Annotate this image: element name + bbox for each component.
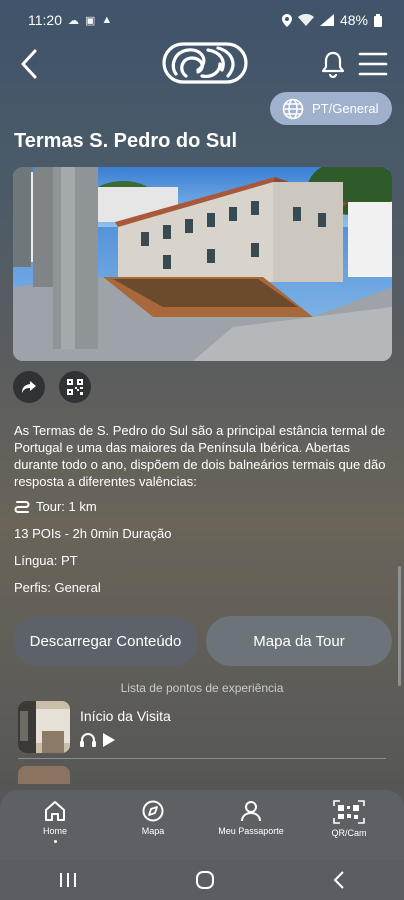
status-time: 11:20 (28, 12, 62, 28)
compass-icon (142, 800, 164, 822)
description: As Termas de S. Pedro do Sul são a princ… (14, 423, 386, 489)
top-bar (0, 40, 404, 88)
app-logo (162, 42, 248, 84)
nav-label-passport: Meu Passaporte (218, 826, 284, 836)
share-icon (22, 381, 36, 393)
active-indicator (53, 840, 57, 843)
language-label: PT/General (312, 101, 379, 116)
status-left: 11:20 ☁ ▣ ▲ (28, 12, 112, 28)
bell-icon[interactable] (320, 50, 346, 78)
headphones-icon (80, 733, 96, 747)
nav-item-map[interactable]: Mapa (108, 800, 198, 836)
home-icon (45, 801, 65, 821)
globe-icon (282, 98, 304, 119)
poi-list-caption: Lista de pontos de experiência (120, 681, 284, 695)
signal-icon (319, 14, 334, 26)
tour-info: Tour: 1 km (14, 499, 97, 514)
nav-item-passport[interactable]: Meu Passaporte (206, 800, 296, 836)
play-icon[interactable] (102, 732, 115, 747)
poi-thumbnail (18, 701, 70, 753)
battery-icon (374, 13, 382, 27)
nav-label-home: Home (42, 826, 67, 836)
cloud-icon: ☁ (68, 14, 79, 27)
location-icon (281, 13, 292, 27)
route-icon (14, 500, 30, 513)
hero-image (13, 167, 392, 361)
menu-icon[interactable] (358, 50, 388, 78)
poi-title: Início da Visita (80, 708, 171, 724)
recent-apps-icon[interactable] (59, 872, 77, 888)
nav-item-qr-cam[interactable]: QR/Cam (304, 800, 394, 838)
scrollbar[interactable] (398, 566, 401, 686)
language-info: Língua: PT (14, 553, 78, 568)
nav-item-home[interactable]: Home (10, 800, 100, 843)
chevron-left-icon (21, 49, 37, 79)
profiles-info: Perfis: General (14, 580, 101, 595)
share-button[interactable] (13, 371, 45, 403)
back-button[interactable] (14, 48, 44, 80)
tour-distance: Tour: 1 km (36, 499, 97, 514)
language-selector[interactable]: PT/General (270, 92, 392, 125)
download-content-button[interactable]: Descarregar Conteúdo (13, 616, 198, 666)
wifi-icon (297, 14, 314, 26)
user-icon (241, 801, 261, 822)
qr-code-button[interactable] (59, 371, 91, 403)
nav-label-qr-cam: QR/Cam (331, 828, 367, 838)
page-title: Termas S. Pedro do Sul (14, 130, 238, 152)
pois-duration: 13 POIs - 2h 0min Duração (14, 526, 172, 541)
system-nav-bar (0, 860, 404, 900)
qr-code-icon (67, 379, 83, 395)
list-item[interactable]: Início da Visita (18, 700, 386, 756)
battery-percent: 48% (339, 12, 368, 28)
divider (18, 758, 386, 759)
status-bar: 11:20 ☁ ▣ ▲ 48% (0, 0, 404, 40)
photo-icon: ▣ (85, 14, 96, 27)
qr-scan-icon (333, 800, 365, 824)
nav-label-map: Mapa (141, 826, 165, 836)
poi-thumbnail[interactable] (18, 766, 70, 784)
poi-media-icons (80, 732, 115, 747)
tour-map-button[interactable]: Mapa da Tour (206, 616, 392, 666)
status-right: 48% (281, 12, 382, 28)
home-circle-icon[interactable] (195, 870, 215, 890)
system-back-icon[interactable] (333, 871, 345, 889)
bottom-nav: Home Mapa Meu Passaporte QR/Cam (0, 790, 404, 860)
warning-icon: ▲ (101, 14, 113, 26)
